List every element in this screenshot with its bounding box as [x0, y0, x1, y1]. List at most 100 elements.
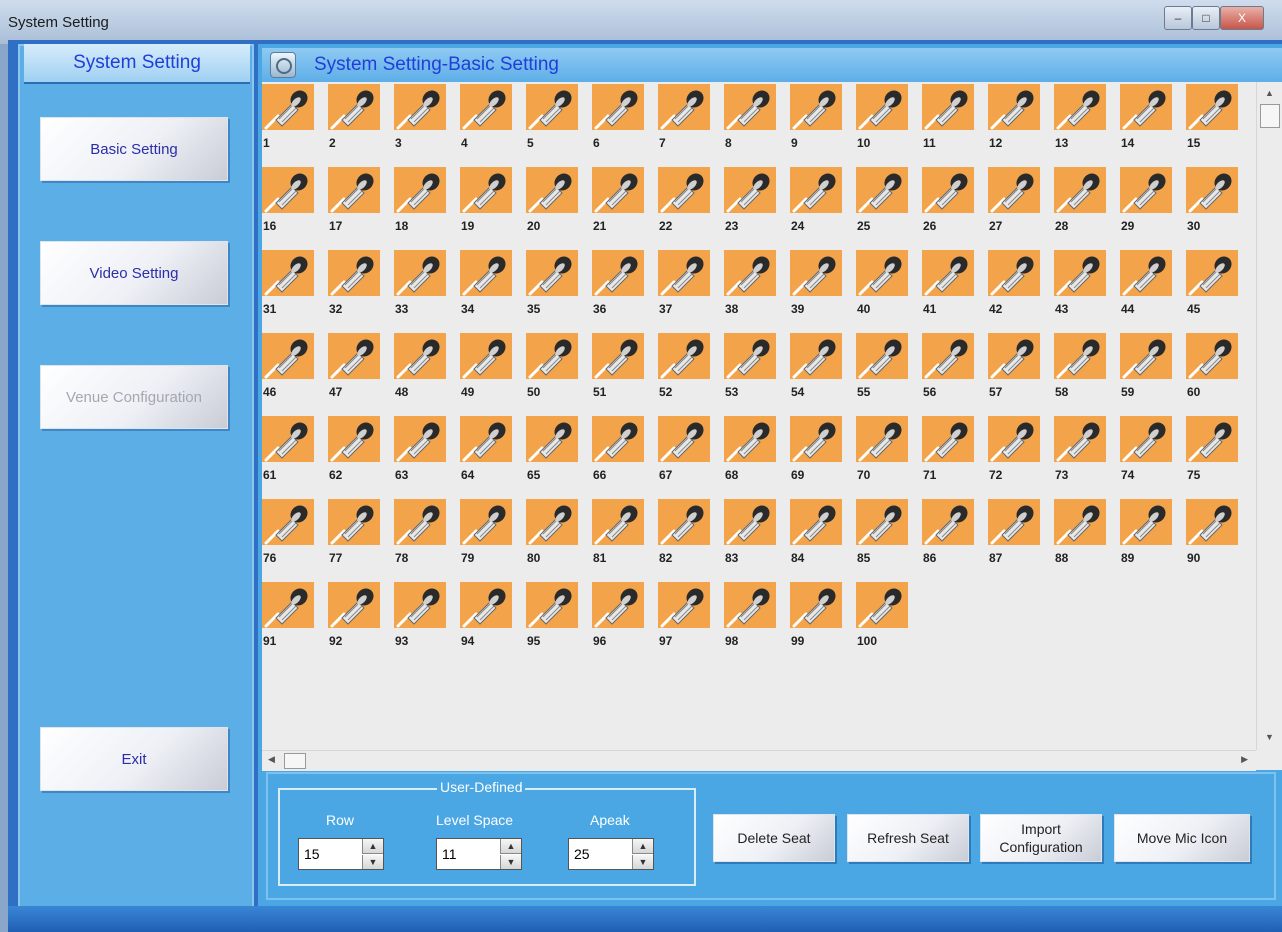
seat-15[interactable]: 15 [1186, 84, 1238, 150]
apeak-increment-icon[interactable]: ▲ [632, 839, 653, 854]
seat-59[interactable]: 59 [1120, 333, 1172, 399]
seat-64[interactable]: 64 [460, 416, 512, 482]
seat-94[interactable]: 94 [460, 582, 512, 648]
seat-29[interactable]: 29 [1120, 167, 1172, 233]
level-space-decrement-icon[interactable]: ▼ [500, 855, 521, 869]
seat-62[interactable]: 62 [328, 416, 380, 482]
seat-20[interactable]: 20 [526, 167, 578, 233]
horizontal-scrollbar[interactable]: ◀ ▶ [262, 750, 1256, 771]
seat-24[interactable]: 24 [790, 167, 842, 233]
move-mic-icon-button[interactable]: Move Mic Icon [1114, 814, 1250, 862]
seat-35[interactable]: 35 [526, 250, 578, 316]
seat-38[interactable]: 38 [724, 250, 776, 316]
seat-54[interactable]: 54 [790, 333, 842, 399]
seat-98[interactable]: 98 [724, 582, 776, 648]
scroll-up-icon[interactable]: ▲ [1265, 88, 1274, 98]
seat-33[interactable]: 33 [394, 250, 446, 316]
seat-69[interactable]: 69 [790, 416, 842, 482]
row-input[interactable] [302, 843, 364, 865]
seat-86[interactable]: 86 [922, 499, 974, 565]
seat-87[interactable]: 87 [988, 499, 1040, 565]
seat-43[interactable]: 43 [1054, 250, 1106, 316]
seat-46[interactable]: 46 [262, 333, 314, 399]
import-configuration-button[interactable]: Import Configuration [980, 814, 1102, 862]
basic-setting-button[interactable]: Basic Setting [40, 117, 228, 181]
apeak-input[interactable] [572, 843, 634, 865]
seat-9[interactable]: 9 [790, 84, 842, 150]
seat-52[interactable]: 52 [658, 333, 710, 399]
seat-99[interactable]: 99 [790, 582, 842, 648]
seat-71[interactable]: 71 [922, 416, 974, 482]
seat-37[interactable]: 37 [658, 250, 710, 316]
seat-73[interactable]: 73 [1054, 416, 1106, 482]
seat-100[interactable]: 100 [856, 582, 908, 648]
seat-53[interactable]: 53 [724, 333, 776, 399]
refresh-seat-button[interactable]: Refresh Seat [847, 814, 969, 862]
scroll-left-icon[interactable]: ◀ [268, 754, 275, 765]
seat-32[interactable]: 32 [328, 250, 380, 316]
seat-8[interactable]: 8 [724, 84, 776, 150]
row-increment-icon[interactable]: ▲ [362, 839, 383, 854]
seat-96[interactable]: 96 [592, 582, 644, 648]
seat-19[interactable]: 19 [460, 167, 512, 233]
seat-47[interactable]: 47 [328, 333, 380, 399]
seat-31[interactable]: 31 [262, 250, 314, 316]
seat-50[interactable]: 50 [526, 333, 578, 399]
seat-5[interactable]: 5 [526, 84, 578, 150]
seat-10[interactable]: 10 [856, 84, 908, 150]
seat-25[interactable]: 25 [856, 167, 908, 233]
seat-75[interactable]: 75 [1186, 416, 1238, 482]
minimize-button[interactable]: – [1164, 6, 1192, 30]
seat-80[interactable]: 80 [526, 499, 578, 565]
seat-81[interactable]: 81 [592, 499, 644, 565]
seat-1[interactable]: 1 [262, 84, 314, 150]
seat-88[interactable]: 88 [1054, 499, 1106, 565]
seat-41[interactable]: 41 [922, 250, 974, 316]
seat-91[interactable]: 91 [262, 582, 314, 648]
seat-6[interactable]: 6 [592, 84, 644, 150]
seat-68[interactable]: 68 [724, 416, 776, 482]
exit-button[interactable]: Exit [40, 727, 228, 791]
seat-44[interactable]: 44 [1120, 250, 1172, 316]
seat-17[interactable]: 17 [328, 167, 380, 233]
seat-30[interactable]: 30 [1186, 167, 1238, 233]
seat-45[interactable]: 45 [1186, 250, 1238, 316]
row-decrement-icon[interactable]: ▼ [362, 855, 383, 869]
seat-89[interactable]: 89 [1120, 499, 1172, 565]
seat-4[interactable]: 4 [460, 84, 512, 150]
seat-55[interactable]: 55 [856, 333, 908, 399]
seat-66[interactable]: 66 [592, 416, 644, 482]
maximize-button[interactable]: □ [1192, 6, 1220, 30]
seat-61[interactable]: 61 [262, 416, 314, 482]
seat-51[interactable]: 51 [592, 333, 644, 399]
seat-14[interactable]: 14 [1120, 84, 1172, 150]
seat-22[interactable]: 22 [658, 167, 710, 233]
seat-97[interactable]: 97 [658, 582, 710, 648]
seat-23[interactable]: 23 [724, 167, 776, 233]
seat-65[interactable]: 65 [526, 416, 578, 482]
seat-grid[interactable]: 1 2 3 4 5 6 7 8 9 10 11 12 13 14 15 16 17 18 19 20 21 22 23 24 2… [262, 82, 1256, 750]
seat-90[interactable]: 90 [1186, 499, 1238, 565]
seat-27[interactable]: 27 [988, 167, 1040, 233]
seat-34[interactable]: 34 [460, 250, 512, 316]
seat-49[interactable]: 49 [460, 333, 512, 399]
seat-77[interactable]: 77 [328, 499, 380, 565]
level-space-input[interactable] [440, 843, 502, 865]
seat-95[interactable]: 95 [526, 582, 578, 648]
seat-48[interactable]: 48 [394, 333, 446, 399]
video-setting-button[interactable]: Video Setting [40, 241, 228, 305]
seat-74[interactable]: 74 [1120, 416, 1172, 482]
seat-56[interactable]: 56 [922, 333, 974, 399]
vertical-scroll-thumb[interactable] [1260, 104, 1280, 128]
seat-83[interactable]: 83 [724, 499, 776, 565]
seat-36[interactable]: 36 [592, 250, 644, 316]
scroll-right-icon[interactable]: ▶ [1241, 754, 1248, 765]
horizontal-scroll-thumb[interactable] [284, 753, 306, 769]
seat-82[interactable]: 82 [658, 499, 710, 565]
seat-28[interactable]: 28 [1054, 167, 1106, 233]
apeak-stepper[interactable]: ▲ ▼ [568, 838, 654, 870]
level-space-increment-icon[interactable]: ▲ [500, 839, 521, 854]
seat-92[interactable]: 92 [328, 582, 380, 648]
seat-93[interactable]: 93 [394, 582, 446, 648]
seat-13[interactable]: 13 [1054, 84, 1106, 150]
